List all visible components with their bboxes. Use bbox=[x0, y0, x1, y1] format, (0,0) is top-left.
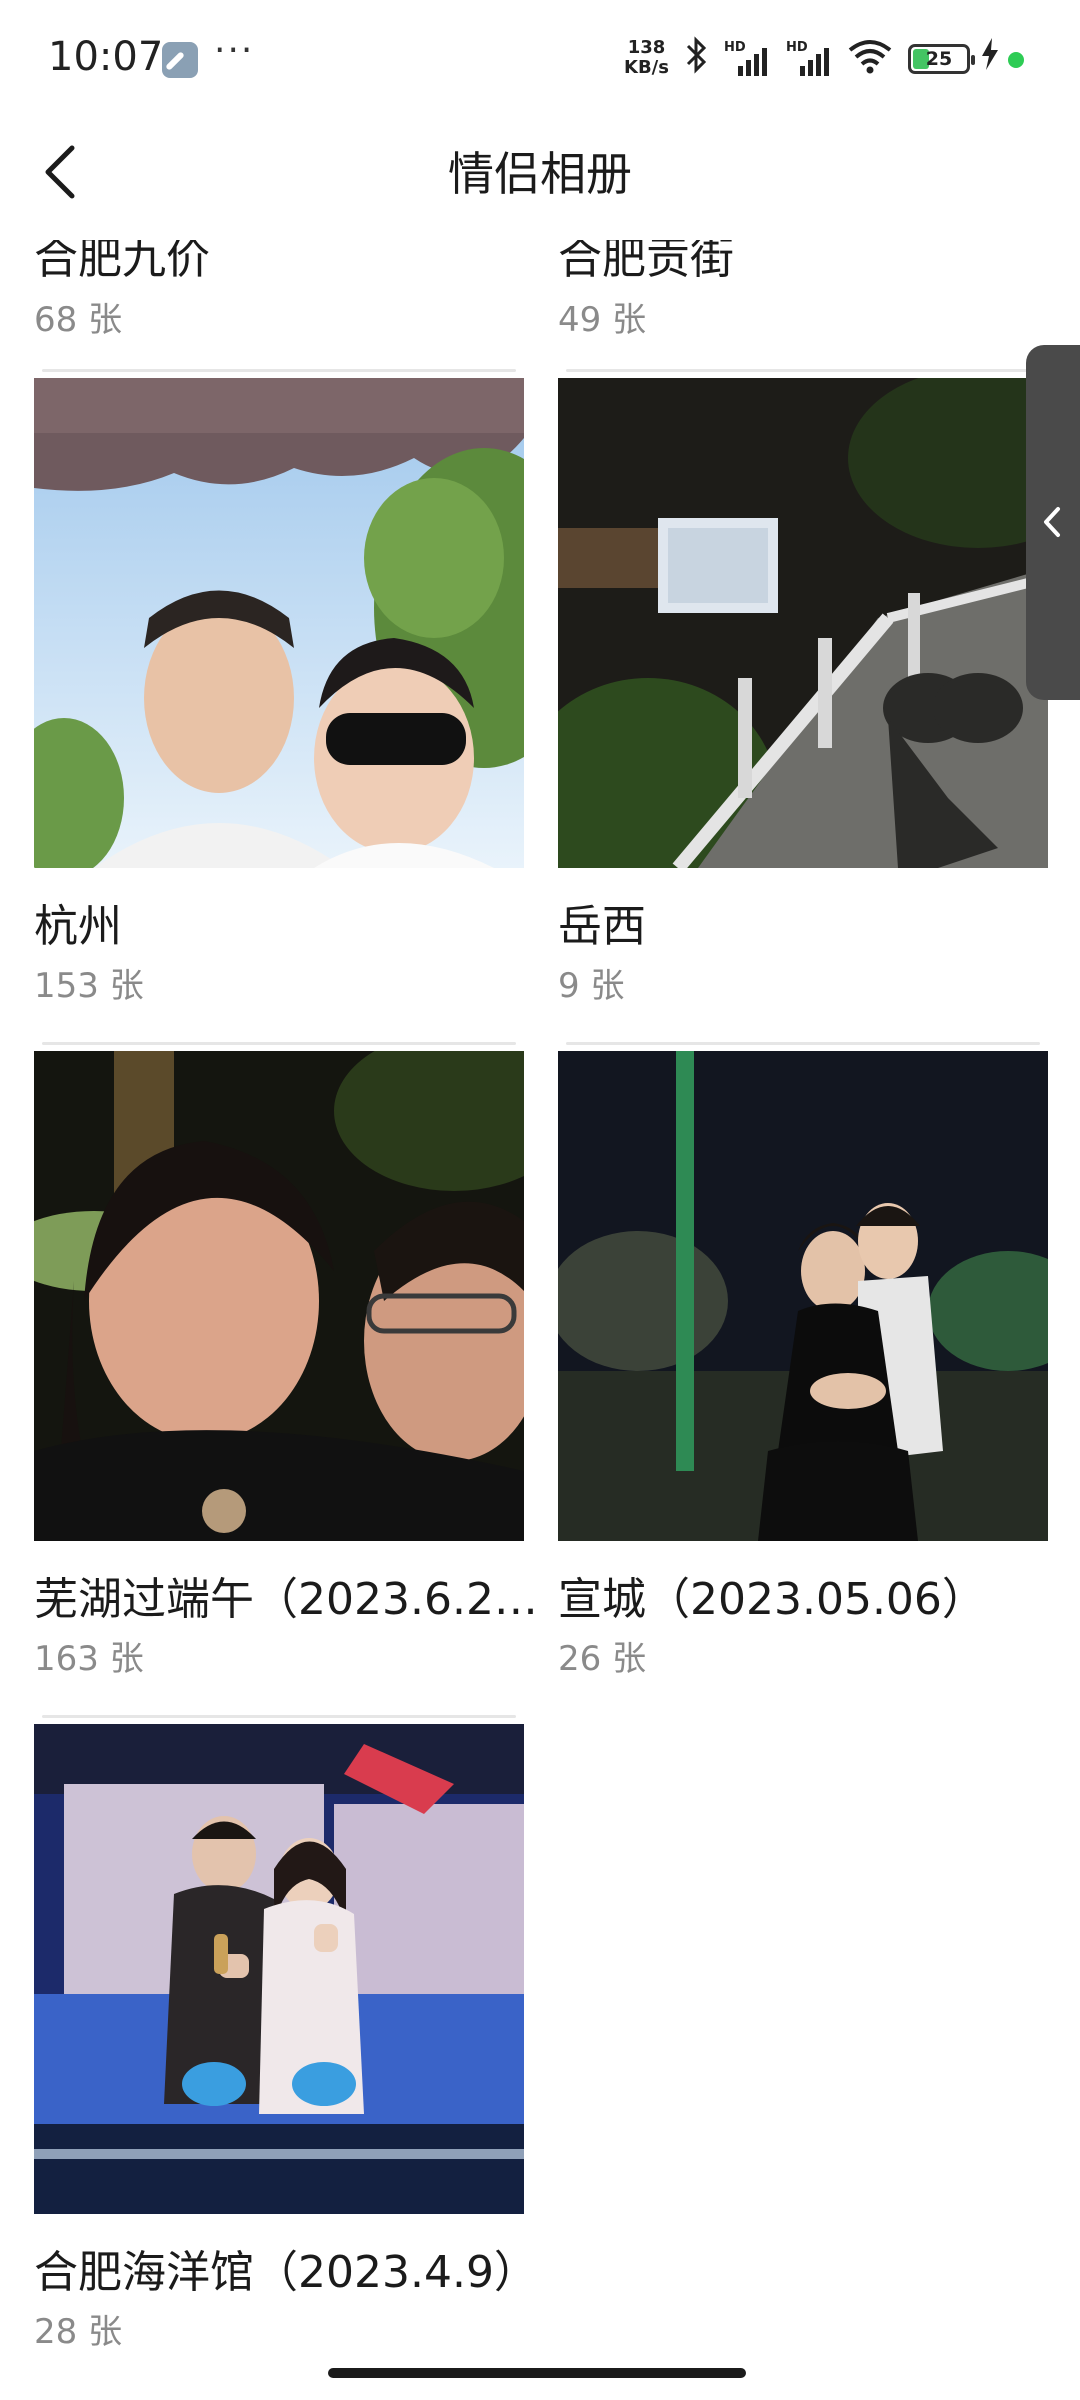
privacy-indicator-icon bbox=[1008, 52, 1024, 68]
bluetooth-icon bbox=[684, 36, 708, 83]
network-speed-value: 138 bbox=[627, 37, 666, 58]
album-cover[interactable] bbox=[558, 1051, 1048, 1541]
stack-edge bbox=[566, 1042, 1040, 1045]
network-speed-unit: KB/s bbox=[624, 57, 669, 78]
app-header: 情侣相册 bbox=[0, 100, 1080, 240]
album-count: 163 张 bbox=[34, 1639, 144, 1679]
album-count: 9 张 bbox=[558, 966, 625, 1006]
wifi-icon bbox=[846, 38, 894, 74]
album-count: 28 张 bbox=[34, 2312, 123, 2352]
network-speed: 138 KB/s bbox=[624, 38, 669, 78]
album-name: 杭州 bbox=[34, 901, 122, 952]
home-indicator[interactable] bbox=[328, 2368, 746, 2378]
stack-edge bbox=[42, 1042, 516, 1045]
album-card-yuexi[interactable]: 岳西 9 张 bbox=[558, 369, 1048, 1006]
album-cover[interactable] bbox=[558, 378, 1048, 868]
screen: 合肥九价 68 张 合肥贡街 49 张 杭州 153 张 岳西 9 张 芜湖过端… bbox=[0, 0, 1080, 2400]
album-count: 153 张 bbox=[34, 966, 144, 1006]
stack-edge bbox=[42, 1715, 516, 1718]
album-card-hangzhou[interactable]: 杭州 153 张 bbox=[34, 369, 524, 1006]
album-grid: 合肥九价 68 张 合肥贡街 49 张 杭州 153 张 岳西 9 张 芜湖过端… bbox=[0, 0, 1080, 2400]
signal-icon: HD bbox=[724, 40, 782, 76]
album-name: 芜湖过端午（2023.6.2… bbox=[34, 1574, 538, 1625]
battery-icon: 25 bbox=[908, 44, 975, 74]
album-count: 26 张 bbox=[558, 1639, 647, 1679]
album-count: 68 张 bbox=[34, 300, 123, 340]
wrench-icon bbox=[162, 42, 198, 78]
charging-icon bbox=[980, 36, 1000, 81]
album-cover[interactable] bbox=[34, 1724, 524, 2214]
page-title: 情侣相册 bbox=[448, 147, 632, 201]
album-card-hefei-aquarium[interactable]: 合肥海洋馆（2023.4.9） 28 张 bbox=[34, 1715, 538, 2352]
stack-edge bbox=[566, 369, 1040, 372]
album-card-wuhu[interactable]: 芜湖过端午（2023.6.2… 163 张 bbox=[34, 1042, 538, 1679]
side-drawer-handle[interactable] bbox=[1026, 345, 1080, 700]
chevron-left-icon bbox=[1044, 507, 1060, 537]
album-card-xuancheng[interactable]: 宣城（2023.05.06） 26 张 bbox=[558, 1042, 1048, 1679]
album-name: 岳西 bbox=[558, 901, 646, 952]
battery-level: 25 bbox=[925, 48, 953, 70]
signal-icon: HD bbox=[786, 40, 844, 76]
album-name: 宣城（2023.05.06） bbox=[558, 1574, 986, 1625]
album-count: 49 张 bbox=[558, 300, 647, 340]
more-notifications-icon: ··· bbox=[214, 30, 255, 71]
status-bar: 10:07 ··· 138 KB/s HD HD 25 bbox=[0, 0, 1080, 100]
album-name: 合肥海洋馆（2023.4.9） bbox=[34, 2247, 538, 2298]
album-cover[interactable] bbox=[34, 378, 524, 868]
album-cover[interactable] bbox=[34, 1051, 524, 1541]
clock: 10:07 bbox=[48, 34, 164, 80]
stack-edge bbox=[42, 369, 516, 372]
